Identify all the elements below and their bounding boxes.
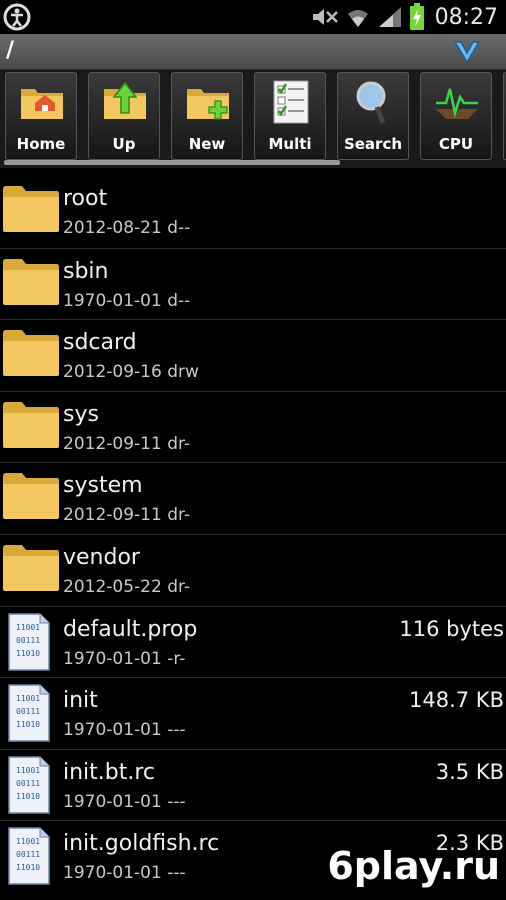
svg-text:00111: 00111 — [16, 779, 40, 788]
svg-text:11001: 11001 — [16, 694, 40, 703]
up-button[interactable]: Up — [88, 72, 160, 160]
file-meta: 2012-09-11 dr- — [63, 505, 191, 526]
folder-icon — [3, 330, 59, 377]
mute-icon — [312, 9, 338, 25]
status-bar: 08:27 — [0, 0, 506, 34]
svg-text:11001: 11001 — [16, 623, 40, 632]
cpu-button[interactable]: CPU — [420, 72, 492, 160]
watermark: 6play.ru — [327, 844, 500, 888]
new-button[interactable]: New — [171, 72, 243, 160]
battery-charging-icon — [409, 3, 424, 30]
svg-text:11001: 11001 — [16, 766, 40, 775]
binary-file-icon: 11001 00111 11010 — [8, 756, 50, 814]
new-folder-icon — [187, 89, 229, 120]
file-name: init.bt.rc — [63, 759, 156, 785]
file-meta: 2012-09-16 drw — [63, 362, 199, 383]
list-item[interactable]: system 2012-09-11 dr- — [0, 462, 506, 534]
file-size: 3.5 KB — [435, 759, 504, 784]
svg-text:00111: 00111 — [16, 850, 40, 859]
file-name: default.prop — [63, 616, 198, 642]
clock: 08:27 — [434, 4, 498, 30]
folder-icon — [3, 473, 59, 520]
file-name: root — [63, 186, 108, 211]
file-name: init — [63, 688, 98, 714]
svg-text:11010: 11010 — [16, 649, 40, 658]
chevron-down-icon[interactable] — [452, 38, 482, 66]
file-name: vendor — [63, 544, 140, 570]
multi-select-icon — [273, 80, 309, 124]
wifi-icon — [347, 10, 368, 27]
list-item[interactable]: sbin 1970-01-01 d-- — [0, 247, 506, 320]
file-list[interactable]: root 2012-08-21 d-- sbin 1970-01-01 d-- … — [0, 176, 506, 900]
file-meta: 1970-01-01 --- — [63, 720, 186, 741]
svg-text:11010: 11010 — [16, 792, 40, 801]
folder-icon — [3, 401, 59, 448]
file-size: 148.7 KB — [409, 688, 504, 713]
search-button[interactable]: Search — [337, 72, 409, 160]
folder-icon — [3, 544, 59, 591]
list-item[interactable]: 11001 00111 11010 init 1970-01-01 --- 14… — [0, 677, 506, 749]
home-button[interactable]: Home — [5, 72, 77, 160]
path-bar: / — [0, 34, 506, 70]
svg-text:11010: 11010 — [16, 720, 40, 729]
multi-button-label: Multi — [268, 135, 312, 153]
up-button-label: Up — [112, 135, 136, 153]
list-item[interactable]: 11001 00111 11010 default.prop 1970-01-0… — [0, 605, 506, 678]
svg-text:00111: 00111 — [16, 707, 40, 716]
file-meta: 2012-05-22 dr- — [63, 576, 191, 597]
home-button-label: Home — [16, 135, 66, 153]
binary-file-icon: 11001 00111 11010 — [8, 612, 50, 671]
signal-icon — [378, 7, 401, 27]
search-button-label: Search — [343, 135, 403, 153]
binary-file-icon: 11001 00111 11010 — [8, 827, 50, 886]
multi-button[interactable]: Multi — [254, 72, 326, 160]
list-item[interactable]: vendor 2012-05-22 dr- — [0, 533, 506, 606]
file-meta: 2012-09-11 dr- — [63, 433, 191, 454]
up-folder-icon — [104, 81, 146, 119]
file-meta: 2012-08-21 d-- — [63, 218, 191, 238]
cpu-button-label: CPU — [438, 135, 474, 153]
file-meta: 1970-01-01 --- — [63, 791, 186, 812]
file-name: sdcard — [63, 330, 137, 356]
file-size: 116 bytes — [399, 616, 504, 641]
list-item[interactable]: root 2012-08-21 d-- — [0, 176, 506, 248]
toolbar-scroll-indicator[interactable] — [4, 160, 340, 165]
file-name: system — [63, 473, 143, 499]
file-meta: 1970-01-01 d-- — [63, 290, 191, 311]
list-item[interactable]: sdcard 2012-09-16 drw — [0, 319, 506, 391]
file-name: init.goldfish.rc — [63, 831, 220, 857]
current-path: / — [6, 38, 15, 63]
home-folder-icon — [21, 89, 63, 119]
list-item[interactable]: sys 2012-09-11 dr- — [0, 390, 506, 463]
accessibility-icon — [3, 3, 31, 31]
cpu-icon — [436, 88, 478, 119]
file-name: sys — [63, 401, 99, 427]
folder-icon — [3, 186, 59, 232]
file-name: sbin — [63, 258, 109, 284]
svg-text:11001: 11001 — [16, 837, 40, 846]
svg-text:00111: 00111 — [16, 636, 40, 645]
svg-text:11010: 11010 — [16, 863, 40, 872]
file-meta: 1970-01-01 --- — [63, 863, 186, 884]
binary-file-icon: 11001 00111 11010 — [8, 684, 50, 742]
list-item[interactable]: 11001 00111 11010 init.bt.rc 1970-01-01 … — [0, 748, 506, 821]
folder-icon — [3, 258, 59, 305]
toolbar: Home Up New Multi Search CPU — [0, 70, 506, 168]
search-icon — [356, 81, 386, 124]
new-button-label: New — [188, 135, 226, 153]
file-meta: 1970-01-01 -r- — [63, 648, 186, 669]
